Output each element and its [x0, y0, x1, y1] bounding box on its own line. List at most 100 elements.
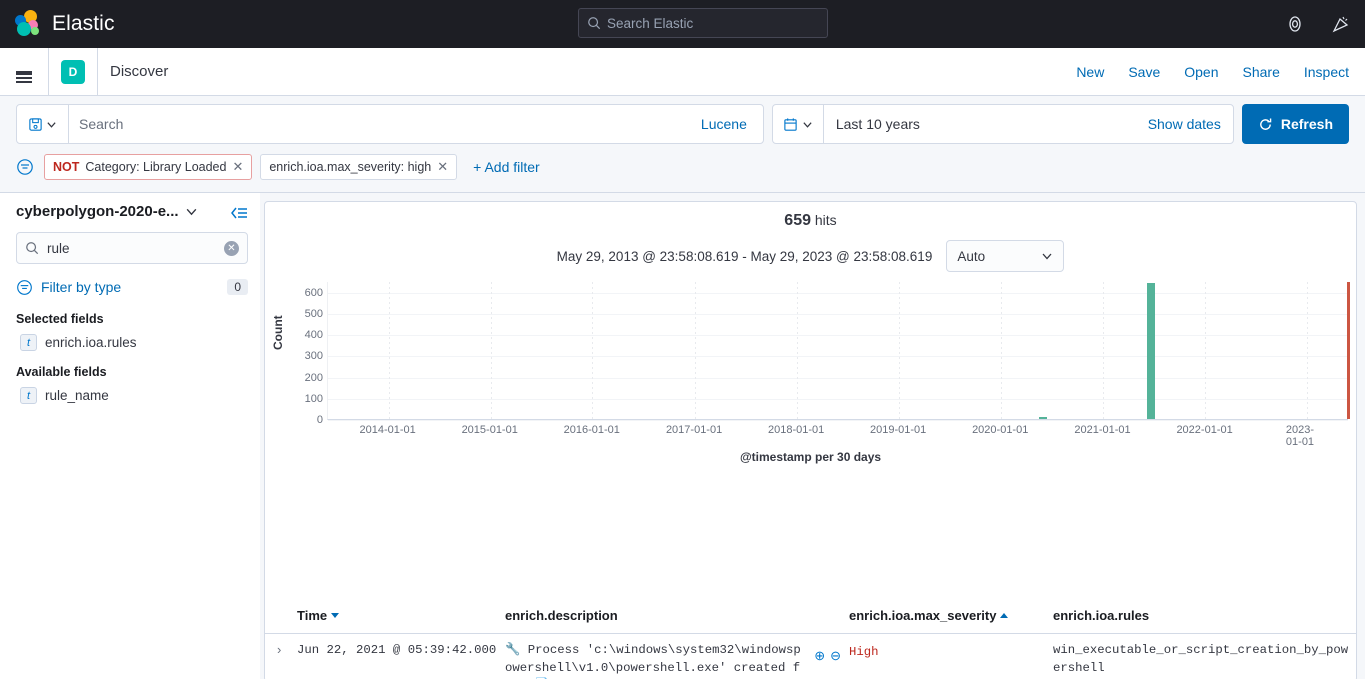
x-tick-label: 2015-01-01 — [461, 424, 518, 436]
hits-label: hits — [814, 212, 837, 228]
filter-out-value-icon[interactable]: ⊖ — [830, 648, 841, 664]
y-tick-label: 600 — [304, 286, 323, 299]
sort-desc-icon — [331, 613, 340, 618]
row-filter-actions: ⊕ ⊖ — [814, 648, 841, 664]
app-badge: D — [61, 59, 85, 84]
filter-pill-severity[interactable]: enrich.ioa.max_severity: high ✕ — [260, 154, 458, 180]
time-range-value[interactable]: Last 10 years — [824, 116, 1148, 132]
field-sidebar: cyberpolygon-2020-e... rule ✕ Filter by … — [0, 193, 260, 679]
saved-query-button[interactable] — [17, 105, 69, 143]
close-icon[interactable]: ✕ — [437, 159, 448, 175]
column-label: enrich.ioa.rules — [1053, 608, 1150, 623]
vertical-gridline — [388, 282, 390, 419]
selected-fields-title: Selected fields — [16, 312, 104, 326]
announcement-icon[interactable] — [1331, 14, 1351, 34]
query-bar: Search Lucene Last 10 years Show dates R… — [0, 96, 1365, 144]
vertical-gridline — [796, 282, 798, 419]
y-tick-label: 300 — [304, 350, 323, 363]
inspect-button[interactable]: Inspect — [1304, 64, 1349, 80]
filter-menu-icon[interactable] — [16, 158, 34, 176]
vertical-gridline — [592, 282, 594, 419]
filter-by-type-button[interactable]: Filter by type 0 — [16, 272, 248, 302]
close-icon[interactable]: ✕ — [232, 159, 243, 175]
collapse-sidebar-icon[interactable] — [230, 205, 248, 221]
chevron-right-icon[interactable]: › — [265, 642, 297, 679]
filter-pill-category[interactable]: NOT Category: Library Loaded ✕ — [44, 154, 253, 180]
refresh-label: Refresh — [1280, 116, 1333, 132]
string-type-icon: t — [20, 387, 37, 404]
index-pattern-selector[interactable]: cyberpolygon-2020-e... — [16, 203, 248, 220]
chevron-down-icon — [1041, 250, 1053, 262]
vertical-gridline — [490, 282, 492, 419]
hamburger-menu-icon[interactable] — [0, 69, 48, 83]
page-title: Discover — [110, 63, 169, 80]
calendar-icon — [783, 117, 798, 132]
histogram-bar[interactable] — [1146, 283, 1155, 419]
x-tick-label: 2022-01-01 — [1176, 424, 1233, 436]
cell-rules: win_executable_or_script_creation_by_pow… — [1053, 643, 1349, 675]
column-header-description[interactable]: enrich.description — [505, 608, 849, 623]
gridline — [328, 313, 1348, 315]
help-circle-icon[interactable] — [1285, 14, 1305, 34]
vertical-gridline — [1102, 282, 1104, 419]
search-icon — [25, 241, 39, 255]
field-search-input[interactable]: rule ✕ — [16, 232, 248, 264]
search-input[interactable]: Search — [69, 105, 685, 143]
gridline — [328, 398, 1348, 400]
column-header-rules[interactable]: enrich.ioa.rules — [1053, 608, 1353, 623]
share-button[interactable]: Share — [1243, 64, 1280, 80]
add-filter-button[interactable]: + Add filter — [465, 159, 540, 175]
vertical-gridline — [898, 282, 900, 419]
cell-description-text: 🔧 Process 'c:\windows\system32\windowspo… — [505, 643, 801, 679]
search-icon — [587, 16, 601, 30]
query-language-button[interactable]: Lucene — [685, 105, 763, 143]
x-axis-ticks: 2014-01-01 2015-01-01 2016-01-01 2017-01-01… — [327, 424, 1348, 448]
global-header: Elastic Search Elastic — [0, 0, 1365, 48]
table-body: › Jun 22, 2021 @ 05:39:42.000 🔧 Process 'c… — [265, 634, 1356, 679]
expand-column-header — [265, 608, 297, 623]
gridline — [328, 377, 1348, 379]
new-button[interactable]: New — [1076, 64, 1104, 80]
filter-for-value-icon[interactable]: ⊕ — [814, 648, 825, 664]
global-search-input[interactable]: Search Elastic — [578, 8, 828, 38]
date-picker: Last 10 years Show dates — [771, 104, 1234, 144]
plot-area — [327, 282, 1350, 421]
sidebar-field-rule-name[interactable]: t rule_name — [16, 383, 248, 408]
refresh-icon — [1258, 117, 1273, 132]
vertical-gridline — [1000, 282, 1002, 419]
interval-select[interactable]: Auto — [946, 240, 1065, 272]
column-header-max-severity[interactable]: enrich.ioa.max_severity — [849, 608, 1053, 623]
severity-value: High — [849, 645, 879, 659]
discover-panel: 659 hits May 29, 2013 @ 23:58:08.619 - M… — [264, 201, 1357, 679]
chevron-down-icon — [185, 205, 198, 218]
show-dates-button[interactable]: Show dates — [1148, 116, 1233, 132]
cell-max-severity: High — [849, 642, 1053, 679]
gridline — [328, 356, 1348, 358]
refresh-button[interactable]: Refresh — [1241, 104, 1349, 144]
available-fields-title: Available fields — [16, 365, 107, 379]
date-quick-select-button[interactable] — [773, 105, 824, 143]
filter-label: Category: Library Loaded — [85, 160, 227, 174]
brand-name: Elastic — [52, 12, 115, 35]
hits-counter: 659 hits — [265, 202, 1356, 230]
x-tick-label: 2018-01-01 — [767, 424, 825, 436]
save-button[interactable]: Save — [1128, 64, 1160, 80]
histogram-bar[interactable] — [1039, 417, 1047, 419]
open-button[interactable]: Open — [1184, 64, 1218, 80]
x-tick-label: 2014-01-01 — [359, 424, 416, 436]
filter-negation-label: NOT — [53, 160, 80, 174]
vertical-gridline — [694, 282, 696, 419]
save-disk-icon — [28, 117, 43, 132]
table-row[interactable]: › Jun 22, 2021 @ 05:39:42.000 🔧 Process 'c… — [265, 634, 1356, 679]
sidebar-field-enrich-ioa-rules[interactable]: t enrich.ioa.rules — [16, 330, 248, 355]
field-label: rule_name — [45, 388, 109, 403]
histogram-range-label: May 29, 2013 @ 23:58:08.619 - May 29, 20… — [556, 248, 933, 264]
table-header-row: Time enrich.description enrich.ioa.max_s… — [265, 600, 1356, 634]
interval-value: Auto — [957, 248, 986, 264]
app-header: D Discover New Save Open Share Inspect — [0, 47, 1365, 96]
clear-circle-icon[interactable]: ✕ — [224, 240, 239, 256]
column-header-time[interactable]: Time — [297, 608, 505, 623]
column-label: enrich.ioa.max_severity — [849, 608, 997, 623]
x-tick-label: 2023-01-01 — [1285, 424, 1315, 448]
histogram-chart[interactable]: Count 0 100 200 300 400 500 600 2014-01-01 2015… — [265, 282, 1356, 474]
